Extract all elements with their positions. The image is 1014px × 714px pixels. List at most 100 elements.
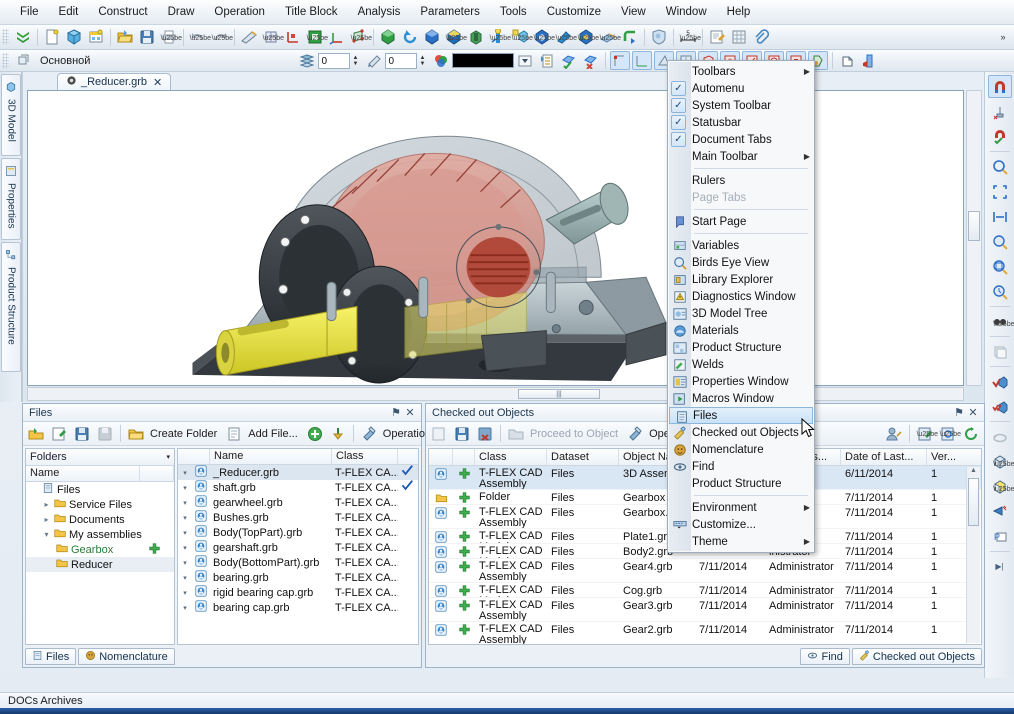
col-dataset[interactable]: Dataset [547,449,619,465]
panel-tab-checked-out[interactable]: Checked out Objects [852,648,982,665]
redo-icon[interactable]: \u25be [210,28,230,47]
priority-input[interactable]: 0 [385,53,417,69]
filter-lcs-icon[interactable] [632,51,652,70]
open-document-icon[interactable] [115,28,135,47]
save-file-icon[interactable] [72,424,92,443]
solid-body-icon[interactable] [837,51,857,70]
menu-item-theme[interactable]: Theme▶ [668,533,814,550]
files-list-row[interactable]: ▾bearing cap.grbT-FLEX CA... [178,600,418,615]
row-expander[interactable]: ▾ [178,544,192,552]
menu-draw[interactable]: Draw [158,2,205,22]
section-icon[interactable]: \u25be [576,28,596,47]
files-list-row[interactable]: ▾shaft.grbT-FLEX CA... [178,480,418,495]
row-expander[interactable]: ▾ [178,529,192,537]
priority-icon[interactable] [364,51,384,70]
apply-body-icon[interactable] [988,370,1012,393]
menu-view[interactable]: View [611,2,656,22]
files-list-row[interactable]: ▾Bushes.grbT-FLEX CA... [178,510,418,525]
menu-analysis[interactable]: Analysis [348,2,411,22]
filter-node-icon[interactable] [610,51,630,70]
deselect-all-icon[interactable] [581,51,601,70]
menu-item-product-structure[interactable]: Product Structure [668,339,814,356]
fit-all-icon[interactable] [988,180,1012,203]
checked-scroll-thumb[interactable] [968,478,979,526]
zoom-selection-icon[interactable] [988,255,1012,278]
pin-icon[interactable]: ⚑ [952,406,966,419]
files-list-row[interactable]: ▾rigid bearing cap.grbT-FLEX CA... [178,585,418,600]
files-col-blank[interactable] [178,449,210,465]
menu-parameters[interactable]: Parameters [410,2,489,22]
add-file-icon[interactable] [224,424,244,443]
menu-item-variables[interactable]: Variables [668,237,814,254]
document-tab-reducer[interactable]: _Reducer.grb ✕ [57,73,171,90]
fillet-icon[interactable] [620,28,640,47]
add-object-icon[interactable] [305,424,325,443]
menu-item-welds[interactable]: Welds [668,356,814,373]
menu-item-document-tabs[interactable]: ✓Document Tabs [668,131,814,148]
twisty[interactable]: ▾ [42,530,51,539]
properties-toolbar-grip[interactable] [2,53,9,69]
get-file-icon[interactable] [328,424,348,443]
folders-col-extra[interactable] [140,466,174,482]
menu-item-properties-window[interactable]: Properties Window [668,373,814,390]
workplane-icon[interactable]: \u25be [261,28,281,47]
menu-item-nomenclature[interactable]: Nomenclature [668,441,814,458]
viewport-horizontal-scrollbar[interactable]: ||| [27,387,964,401]
draft-icon[interactable]: \u25be [554,28,574,47]
pin-icon[interactable]: ⚑ [389,406,403,419]
user-filter-icon[interactable] [884,424,904,443]
viewport-hscroll-thumb[interactable]: ||| [518,389,600,399]
toolbar-overflow-button[interactable]: » [993,28,1013,47]
properties-edit-icon[interactable]: \u25be [915,424,935,443]
zoom-previous-icon[interactable] [988,280,1012,303]
col-class[interactable]: Class [475,449,547,465]
extrude-icon[interactable] [378,28,398,47]
col-status[interactable] [453,449,475,465]
col-type[interactable] [429,449,453,465]
cancel-check-out-icon[interactable] [475,424,495,443]
menu-item-find[interactable]: Find [668,458,814,475]
menu-item-files[interactable]: Files [669,407,813,424]
sidebar-item-properties[interactable]: Properties [1,158,21,240]
menu-item-automenu[interactable]: ✓Automenu [668,80,814,97]
menu-title-block[interactable]: Title Block [275,2,348,22]
files-col-status[interactable] [398,449,418,465]
apply-chevrons-icon[interactable] [13,28,33,47]
priority-spinner[interactable]: ▲▼ [417,53,427,69]
files-list-row[interactable]: ▾gearwheel.grbT-FLEX CA... [178,495,418,510]
array-icon[interactable]: \u25be [510,28,530,47]
layer-icon[interactable] [13,51,33,70]
sketch-icon[interactable] [239,28,259,47]
magnet-off-icon[interactable] [988,75,1012,98]
print-icon[interactable]: \u25be [159,28,179,47]
local-coord-icon[interactable] [283,28,303,47]
boolean-icon[interactable] [422,28,442,47]
shell-icon[interactable]: \u25be [532,28,552,47]
pen-color-swatch[interactable] [452,53,514,68]
sidebar-item-product-structure[interactable]: Product Structure [1,242,21,372]
edit-object-icon[interactable] [429,424,449,443]
zoom-in-icon[interactable] [988,230,1012,253]
3d-profile-icon[interactable]: \u25be [349,28,369,47]
color-dropdown-icon[interactable] [515,51,535,70]
snap-on-icon[interactable] [988,125,1012,148]
col-date-of-last[interactable]: Date of Last... [841,449,927,465]
menu-item-start-page[interactable]: Start Page [668,213,814,230]
new-assembly-icon[interactable] [86,28,106,47]
attach-icon[interactable] [751,28,771,47]
menu-customize[interactable]: Customize [537,2,611,22]
create-folder-icon[interactable] [126,424,146,443]
operations-icon[interactable] [625,424,645,443]
zoom-window-icon[interactable] [988,155,1012,178]
folders-dropdown-icon[interactable]: ▾ [166,453,170,461]
hole-icon[interactable] [466,28,486,47]
checked-table-row[interactable]: T-FLEX CAD ModelFilesCog.grb7/11/2014Adm… [429,583,981,598]
camera-view-icon[interactable] [988,500,1012,523]
panel-tab-nomenclature[interactable]: Nomenclature [78,648,174,665]
menu-item-statusbar[interactable]: ✓Statusbar [668,114,814,131]
menu-item-rulers[interactable]: Rulers [668,172,814,189]
menu-item-environment[interactable]: Environment▶ [668,499,814,516]
menu-item-product-structure[interactable]: Product Structure [668,475,814,492]
refresh-icon[interactable] [961,424,981,443]
line-style-icon[interactable] [537,51,557,70]
